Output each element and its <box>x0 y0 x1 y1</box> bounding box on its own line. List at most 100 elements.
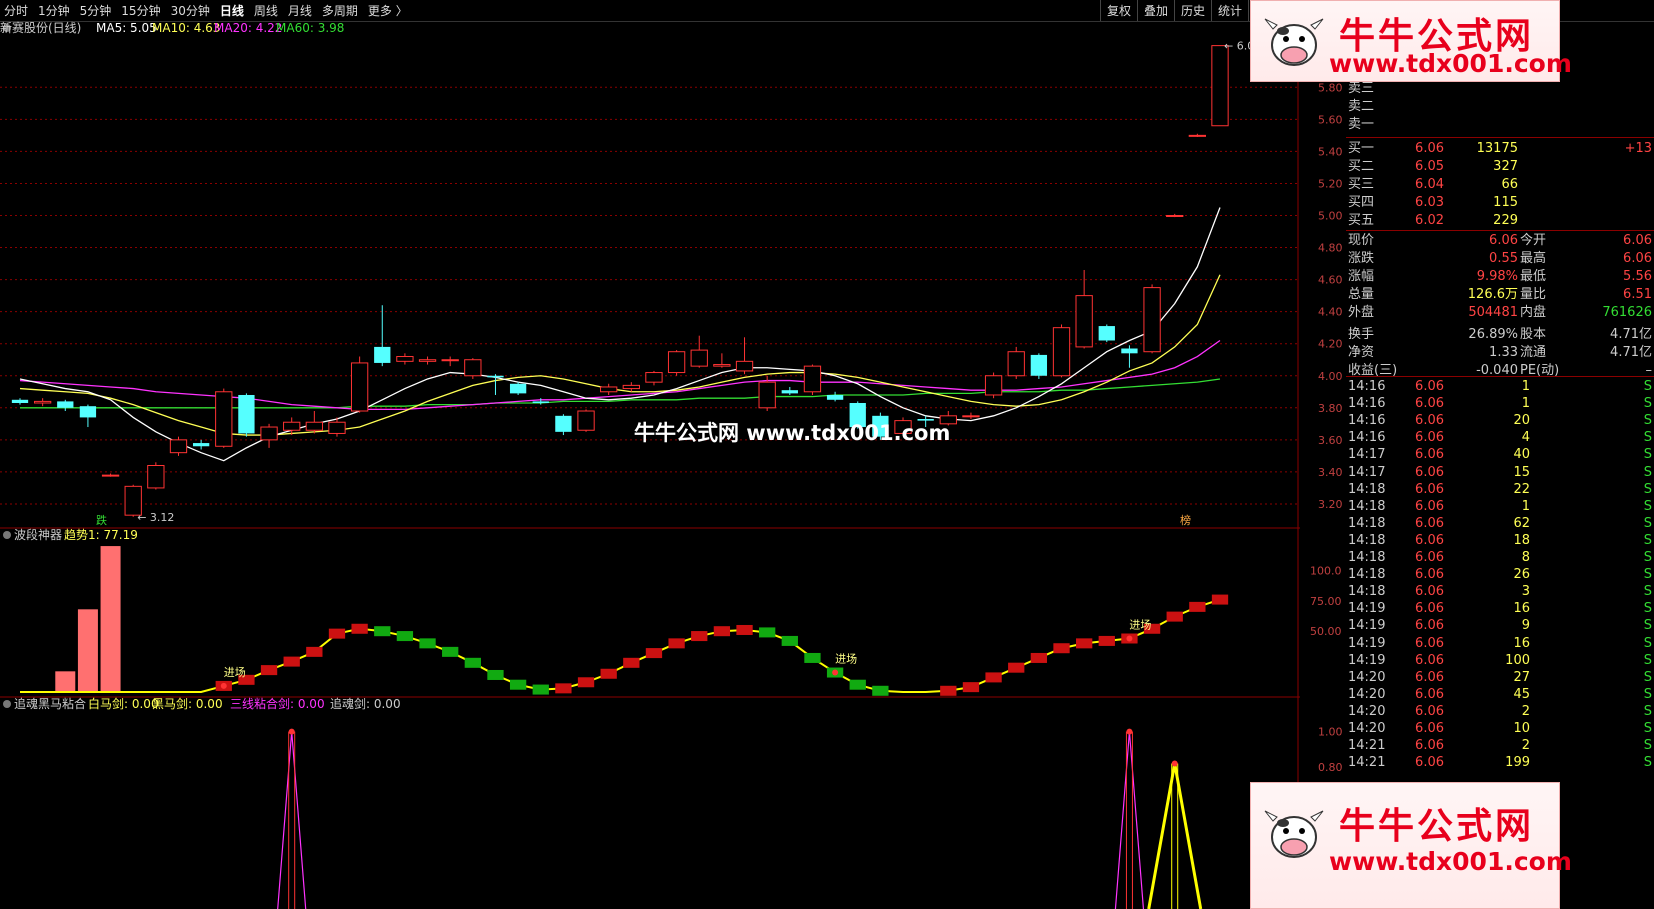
spike-marker-icon <box>1126 728 1133 735</box>
candle-body <box>79 406 97 418</box>
candle-body <box>192 443 210 447</box>
candle-body <box>1188 134 1207 137</box>
trend-block <box>962 682 980 693</box>
quote-cell: 4.71亿 <box>1610 345 1652 360</box>
quote-cell: S <box>1643 635 1652 651</box>
buy-row: 买一 6.06 13175 +13 <box>1346 140 1654 157</box>
tick-row: 14:21 6.06 2 S <box>1346 737 1654 754</box>
quote-cell: 6.06 <box>1415 567 1444 583</box>
quote-cell: S <box>1643 567 1652 583</box>
quote-cell: 5.56 <box>1623 269 1652 284</box>
quote-cell: 6.06 <box>1415 413 1444 429</box>
candle-body <box>826 394 844 400</box>
spike-line <box>1114 731 1145 909</box>
spike-marker-icon <box>288 728 295 735</box>
quote-cell: 13175 <box>1476 141 1518 156</box>
candle-body <box>1007 351 1025 377</box>
quote-cell: 6.06 <box>1415 618 1444 634</box>
quote-cell: S <box>1643 447 1652 463</box>
quote-cell: 40 <box>1513 447 1530 463</box>
indicator2-legend: 黑马剑: 0.00 <box>152 696 223 711</box>
spike-line <box>1147 763 1203 909</box>
quote-cell: 6.06 <box>1415 396 1444 412</box>
quote-cell: 6.06 <box>1415 738 1444 754</box>
indicator-title: 波段神器 <box>14 527 62 542</box>
stat-row: 涨跌 0.55 最高 6.06 <box>1346 250 1654 267</box>
tick-row: 14:19 6.06 100 S <box>1346 652 1654 669</box>
tick-row: 14:17 6.06 15 S <box>1346 464 1654 481</box>
pillar-bar <box>77 609 98 692</box>
quote-cell: 14:18 <box>1348 498 1386 514</box>
quote-cell: 14:18 <box>1348 567 1386 583</box>
quote-cell: 6.06 <box>1415 601 1444 617</box>
quote-cell: S <box>1643 515 1652 531</box>
quote-cell: 14:18 <box>1348 532 1386 548</box>
legend-toggle-icon <box>3 531 11 539</box>
ad-url: www.tdx001.com <box>1329 847 1572 876</box>
y-tick-label: 3.80 <box>1318 402 1343 415</box>
quote-cell: S <box>1643 550 1652 565</box>
candle-body <box>1075 295 1093 348</box>
ad-banner-bottom[interactable]: 牛牛公式网 www.tdx001.com <box>1250 782 1572 909</box>
watermark: 牛牛公式网 www.tdx001.com <box>634 421 951 445</box>
indicator2-legend: 三线粘合剑: 0.00 <box>230 696 325 711</box>
ma60-line <box>20 378 1221 409</box>
quote-cell: 6.06 <box>1415 652 1444 668</box>
quote-cell: S <box>1643 652 1652 668</box>
y-tick-label: 100.0 <box>1310 564 1342 577</box>
entry-label: 进场 <box>835 652 857 666</box>
trend-block <box>509 679 527 690</box>
quote-cell: 6.06 <box>1415 686 1444 702</box>
candle-body <box>690 349 708 367</box>
ad-url: www.tdx001.com <box>1329 49 1572 78</box>
quote-cell: 4.71亿 <box>1610 327 1652 342</box>
candle-body <box>509 383 527 394</box>
trend-block <box>736 624 753 635</box>
quote-cell: 62 <box>1513 515 1530 531</box>
quote-cell: 6.06 <box>1415 515 1444 531</box>
quote-cell: 买一 <box>1348 141 1375 156</box>
trend-block <box>872 685 889 696</box>
quote-cell: 20 <box>1513 413 1530 429</box>
quote-cell: 14:17 <box>1348 447 1386 463</box>
trend-block <box>713 626 731 637</box>
ad-banner-top[interactable]: 牛牛公式网 www.tdx001.com <box>1250 0 1572 82</box>
candle-body <box>532 401 549 403</box>
quote-cell: S <box>1643 532 1652 548</box>
quote-cell: 6.06 <box>1415 703 1444 719</box>
candle-body <box>735 360 754 372</box>
quote-cell: 8 <box>1521 550 1530 565</box>
candle-body <box>238 394 255 434</box>
candle-body <box>1121 348 1138 354</box>
tick-row: 14:20 6.06 2 S <box>1346 703 1654 720</box>
quote-cell: 14:16 <box>1348 379 1386 394</box>
quote-cell: 最低 <box>1520 269 1547 284</box>
legend-ma5: MA5: 5.05 <box>96 21 157 35</box>
legend-ma20: MA20: 4.22 <box>214 21 282 35</box>
quote-cell: 6.06 <box>1415 755 1444 771</box>
chart-area: 5.80 5.60 5.40 5.20 5.00 4.80 4.60 4.40 4.20 4.00… <box>0 20 1343 909</box>
quote-cell: 1 <box>1521 379 1530 394</box>
y-tick-label: 4.20 <box>1318 338 1343 351</box>
quote-cell: S <box>1643 379 1652 394</box>
quote-cell: 卖二 <box>1348 99 1375 114</box>
quote-cell: 6.02 <box>1415 213 1444 228</box>
quote-cell: 6.06 <box>1415 481 1444 497</box>
quote-cell: 14:19 <box>1348 652 1386 668</box>
tick-row: 14:18 6.06 1 S <box>1346 498 1654 515</box>
quote-cell: 100 <box>1505 652 1530 668</box>
candle-body <box>1030 354 1048 376</box>
y-tick-label: 0.80 <box>1318 761 1343 774</box>
candle-body <box>622 384 640 390</box>
y-tick-label: 4.40 <box>1318 306 1343 319</box>
quote-cell: 14:21 <box>1348 755 1386 771</box>
quote-cell: 26.89% <box>1468 327 1518 342</box>
quote-cell: 6.06 <box>1415 379 1444 394</box>
buy-row: 买四 6.03 115 <box>1346 194 1654 211</box>
entry-marker-icon <box>1126 635 1133 642</box>
candle-body <box>667 351 686 374</box>
candle-body <box>1052 327 1071 377</box>
trend-block <box>940 685 957 696</box>
quote-cell: 229 <box>1493 213 1518 228</box>
trend-block <box>623 657 640 668</box>
